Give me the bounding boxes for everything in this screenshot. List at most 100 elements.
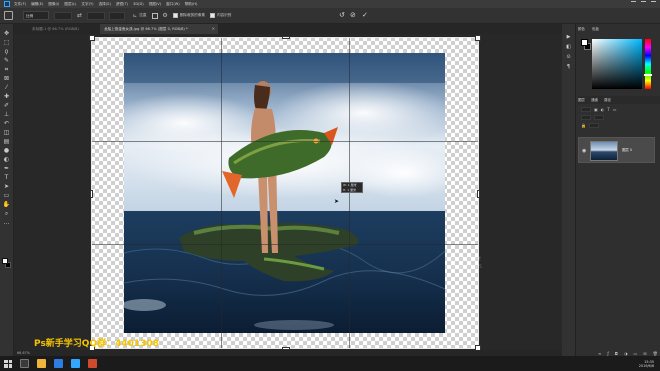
frame-tool-icon[interactable]: ⊠ [2,75,12,83]
hue-slider-marker[interactable] [644,74,652,76]
crop-tool-icon[interactable]: ⌗ [2,66,12,74]
menu-select[interactable]: 选择(S) [99,2,111,7]
tab-color[interactable]: 颜色 [578,27,585,31]
menu-bar: 文件(F) 编辑(E) 图像(I) 图层(L) 文字(Y) 选择(S) 滤镜(T… [0,0,660,8]
filter-type-icon[interactable]: T [607,107,609,112]
height-field[interactable] [87,11,106,20]
opacity-field[interactable] [594,114,604,120]
shape-tool-icon[interactable]: ▭ [2,192,12,200]
blend-mode-select[interactable] [581,114,591,120]
gradient-tool-icon[interactable]: ▤ [2,138,12,146]
width-field[interactable] [54,11,72,20]
eraser-tool-icon[interactable]: ◫ [2,129,12,137]
photoshop-logo-icon[interactable] [4,1,10,7]
delete-cropped-checkbox[interactable] [172,13,178,18]
app-taskbar-icon[interactable] [88,359,97,368]
filter-adjust-icon[interactable]: ◐ [601,107,605,112]
paragraph-panel-icon[interactable]: ¶ [565,64,573,70]
tab-close-icon[interactable]: × [212,24,215,34]
file-explorer-icon[interactable] [37,359,46,368]
content-aware-checkbox[interactable] [209,13,215,18]
blur-tool-icon[interactable]: ● [2,147,12,155]
cancel-icon[interactable]: ⊘ [350,11,356,19]
menu-filter[interactable]: 滤镜(T) [116,2,128,7]
layer-row[interactable]: ◉ 图层 0 [578,137,655,163]
clone-stamp-tool-icon[interactable]: ⊥ [2,111,12,119]
content-aware-label: 内容识别 [216,13,232,17]
tab-layers[interactable]: 图层 [578,98,585,102]
promo-caption: Ps新手学习QQ群：4401308 [34,339,159,349]
zoom-tool-icon[interactable]: ⌕ [2,210,12,218]
menu-type[interactable]: 文字(Y) [81,2,93,7]
menu-window[interactable]: 窗口(W) [166,2,180,7]
type-tool-icon[interactable]: T [2,174,12,182]
properties-panel-icon[interactable]: ◧ [565,44,573,50]
color-panel-tabs: 颜色 色板 [578,26,660,33]
document-tab-active[interactable]: 龙船上抱金鱼女孩.jpg @ 66.7% (图层 0, RGB/8) * × [100,24,218,34]
adjustments-panel-icon[interactable]: ⊙ [565,54,573,60]
lasso-tool-icon[interactable]: ϙ [2,48,12,56]
crop-icon[interactable] [4,11,13,20]
move-tool-icon[interactable]: ✥ [2,30,12,38]
aspect-ratio-select[interactable]: 比例 [23,11,49,20]
photoshop-taskbar-icon[interactable] [71,359,80,368]
menu-file[interactable]: 文件(F) [14,2,26,7]
tab-channels[interactable]: 通道 [591,98,598,102]
foreground-color-swatch[interactable] [2,258,8,264]
menu-view[interactable]: 视图(V) [149,2,161,7]
pen-tool-icon[interactable]: ✒ [2,165,12,173]
checkmark-icon[interactable]: ✓ [362,11,368,19]
tab-swatches[interactable]: 色板 [592,27,599,31]
close-icon[interactable] [651,1,656,6]
dodge-tool-icon[interactable]: ◐ [2,156,12,164]
delete-cropped-label: 删除裁剪的像素 [179,13,205,17]
hand-tool-icon[interactable]: ✋ [2,201,12,209]
healing-brush-tool-icon[interactable]: ✚ [2,93,12,101]
lock-icon[interactable]: 🔒 [581,123,586,128]
document-tab-inactive[interactable]: 未标题-1 @ 66.7% (RGB/8) [32,24,98,34]
browser-icon[interactable] [54,359,63,368]
layer-thumbnail[interactable] [590,141,618,161]
overlay-grid-icon[interactable] [152,12,159,19]
layer-name[interactable]: 图层 0 [622,147,632,152]
menu-help[interactable]: 帮助(H) [185,2,198,7]
more-tools-icon[interactable]: … [2,219,12,227]
filter-shape-icon[interactable]: ▭ [613,107,617,112]
menu-3d[interactable]: 3D(D) [133,2,144,6]
canvas-photo[interactable] [124,53,445,333]
swap-icon[interactable]: ⇄ [77,12,82,19]
visibility-eye-icon[interactable]: ◉ [582,148,586,154]
windows-taskbar: 15:35 2019/6/6 [0,356,660,371]
undo-icon[interactable]: ↺ [339,11,345,19]
layer-filter-select[interactable] [581,106,591,112]
straighten-label[interactable]: 拉直 [139,13,146,18]
maximize-icon[interactable] [641,1,646,6]
tools-panel: ✥ ⬚ ϙ ✎ ⌗ ⊠ ⁄ ✚ ✐ ⊥ ↶ ◫ ▤ ● ◐ ✒ T ➤ ▭ ✋ … [0,24,14,356]
brush-tool-icon[interactable]: ✐ [2,102,12,110]
filter-image-icon[interactable]: ▣ [594,107,598,112]
document-tab-bar: 未标题-1 @ 66.7% (RGB/8) 龙船上抱金鱼女孩.jpg @ 66.… [14,24,562,34]
hue-slider[interactable] [645,39,651,89]
menu-image[interactable]: 图像(I) [48,2,59,7]
windows-start-icon[interactable] [4,359,12,368]
menu-edit[interactable]: 编辑(E) [31,2,43,7]
history-panel-icon[interactable]: ▶ [565,34,573,40]
foreground-swatch[interactable] [581,39,588,46]
color-picker-field[interactable] [592,39,642,89]
system-tray-clock[interactable]: 15:35 2019/6/6 [639,360,654,368]
gear-icon[interactable]: ⚙ [162,12,167,19]
eyedropper-tool-icon[interactable]: ⁄ [2,84,12,92]
quick-select-tool-icon[interactable]: ✎ [2,57,12,65]
path-select-tool-icon[interactable]: ➤ [2,183,12,191]
window-controls [631,1,656,6]
minimize-icon[interactable] [631,1,636,6]
marquee-tool-icon[interactable]: ⬚ [2,39,12,47]
fill-field[interactable] [588,122,599,128]
history-brush-tool-icon[interactable]: ↶ [2,120,12,128]
straighten-icon[interactable]: ⊾ [133,13,137,19]
clear-button[interactable] [109,11,126,20]
menu-layer[interactable]: 图层(L) [64,2,76,7]
tab-paths[interactable]: 路径 [604,98,611,102]
watermark-text: 头条号 / 云设计课堂 feimaoqq / 2162/5 [445,256,482,269]
search-icon[interactable] [20,359,29,368]
